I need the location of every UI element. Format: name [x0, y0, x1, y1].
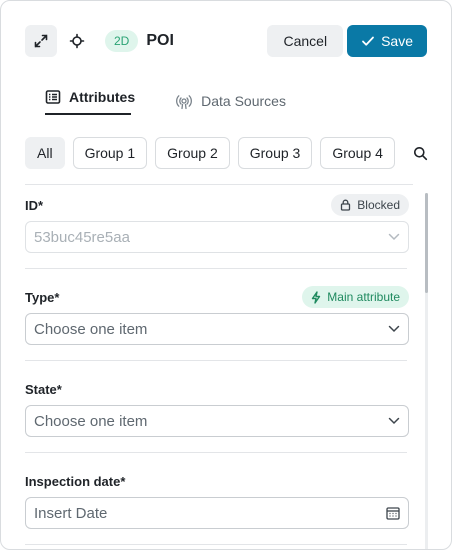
scrollbar[interactable]: [425, 193, 428, 549]
type-placeholder: Choose one item: [34, 320, 148, 338]
inspection-date-label: Inspection date*: [25, 473, 126, 489]
field-divider: [25, 360, 407, 361]
group-chip-3[interactable]: Group 3: [237, 137, 313, 169]
tab-data-sources[interactable]: Data Sources: [175, 89, 286, 113]
blocked-badge-label: Blocked: [357, 198, 400, 212]
field-divider: [25, 268, 407, 269]
search-icon: [414, 146, 428, 160]
type-label: Type*: [25, 289, 60, 305]
group-filter-bar: All Group 1 Group 2 Group 3 Group 4: [25, 137, 437, 169]
group-chip-4[interactable]: Group 4: [320, 137, 395, 169]
tab-attributes[interactable]: Attributes: [45, 85, 136, 115]
id-label: ID*: [25, 197, 44, 213]
broadcast-icon: [176, 95, 193, 110]
locate-button[interactable]: [61, 25, 93, 57]
main-attribute-label: Main attribute: [327, 290, 400, 304]
type-select[interactable]: Choose one item: [25, 313, 409, 345]
list-icon: [45, 90, 61, 104]
cancel-button[interactable]: Cancel: [267, 25, 344, 57]
state-placeholder: Choose one item: [34, 412, 148, 430]
expand-icon: [34, 34, 48, 48]
search-button[interactable]: [405, 137, 437, 169]
group-chip-2[interactable]: Group 2: [155, 137, 230, 169]
save-label: Save: [381, 33, 413, 49]
section-divider: [25, 184, 413, 185]
tab-attributes-label: Attributes: [69, 89, 136, 105]
field-divider: [25, 452, 407, 453]
chevron-down-icon: [388, 233, 400, 241]
active-tab-indicator: [45, 113, 131, 115]
lightning-icon: [312, 290, 321, 304]
lock-icon: [341, 199, 351, 211]
field-divider: [25, 544, 407, 545]
page-title: POI: [146, 32, 174, 49]
group-chip-all[interactable]: All: [25, 137, 65, 169]
calendar-icon[interactable]: [386, 506, 400, 520]
crosshair-icon: [69, 33, 85, 49]
save-button[interactable]: Save: [347, 25, 427, 57]
inspection-date-placeholder: Insert Date: [34, 504, 108, 522]
tab-data-sources-label: Data Sources: [201, 93, 286, 109]
id-field: ID* Blocked 53buc45re5aa: [25, 193, 409, 253]
scrollbar-thumb[interactable]: [425, 193, 428, 293]
id-select: 53buc45re5aa: [25, 221, 409, 253]
dimension-badge: 2D: [105, 30, 139, 52]
state-field: State* Choose one item: [25, 377, 409, 437]
type-field: Type* Main attribute Choose one item: [25, 285, 409, 345]
group-chip-1[interactable]: Group 1: [72, 137, 148, 169]
inspection-date-input[interactable]: Insert Date: [25, 497, 409, 529]
panel-header: 2D POI Cancel Save: [25, 25, 427, 57]
attribute-panel: 2D POI Cancel Save Attributes Data Sourc: [0, 0, 452, 550]
blocked-badge: Blocked: [331, 194, 409, 216]
id-value: 53buc45re5aa: [34, 228, 130, 246]
expand-button[interactable]: [25, 25, 57, 57]
main-attribute-badge: Main attribute: [302, 286, 409, 308]
inspection-date-field: Inspection date* Insert Date: [25, 469, 409, 529]
chevron-down-icon: [388, 325, 400, 333]
check-icon: [362, 36, 374, 46]
tab-bar: Attributes Data Sources: [45, 85, 286, 115]
chevron-down-icon: [388, 417, 400, 425]
state-label: State*: [25, 381, 62, 397]
state-select[interactable]: Choose one item: [25, 405, 409, 437]
